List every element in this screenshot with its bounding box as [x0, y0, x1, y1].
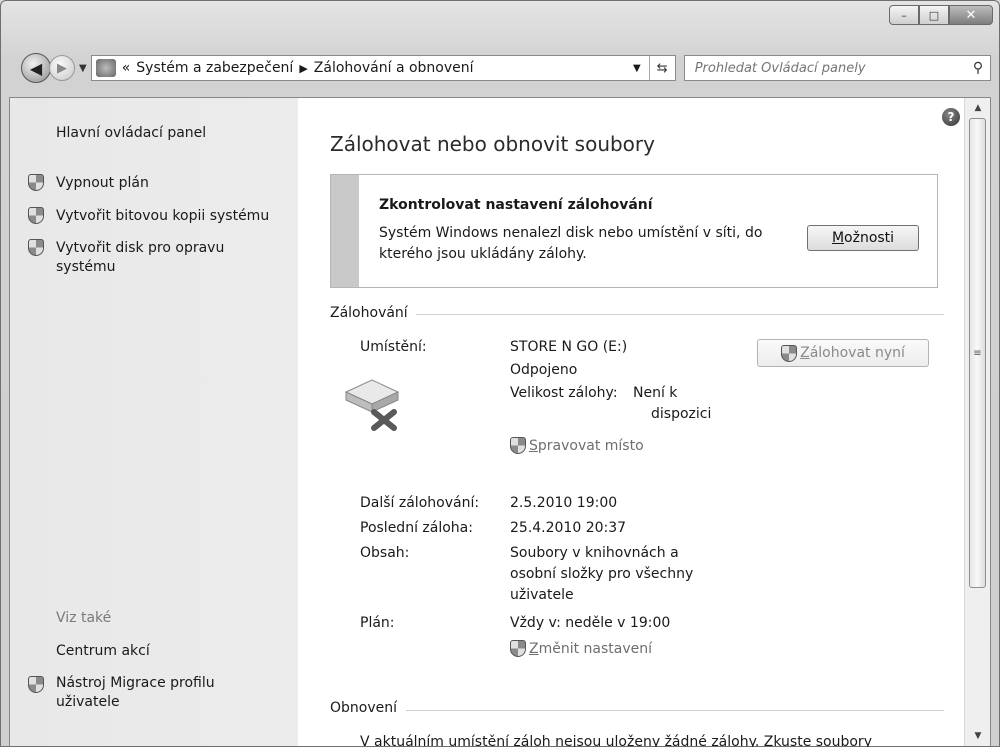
scroll-up-arrow-icon[interactable]: ▲: [965, 98, 991, 118]
schedule-label: Plán:: [360, 615, 395, 631]
backup-size-label: Velikost zálohy:: [510, 385, 618, 401]
manage-space-link[interactable]: Spravovat místo: [510, 437, 644, 454]
sidebar-migration-line1: Nástroj Migrace profilu: [56, 675, 215, 691]
location-value: STORE N GO (E:): [510, 339, 628, 355]
main-pane: Zálohovat nebo obnovit soubory Zkontrolo…: [298, 98, 964, 747]
maximize-button[interactable]: □: [919, 5, 949, 25]
next-backup-label: Další zálohování:: [360, 495, 480, 511]
restore-group-label: Obnovení: [330, 700, 398, 716]
scrollbar-thumb[interactable]: ≡: [969, 118, 986, 588]
notice-accent-bar: [331, 175, 359, 287]
control-panel-window: – □ ✕ ◀ ▶ ▼ « Systém a zabezpečení ▶ Zál…: [0, 0, 1000, 747]
search-input[interactable]: [694, 60, 966, 76]
last-backup-value: 25.4.2010 20:37: [510, 520, 627, 536]
search-icon[interactable]: ⚲: [966, 60, 990, 76]
shield-icon: [781, 344, 798, 362]
breadcrumb-overflow[interactable]: «: [122, 60, 131, 76]
restore-text: V aktuálním umístění záloh nejsou uložen…: [360, 734, 872, 747]
backup-size-value-line1: Není k: [633, 385, 678, 401]
shield-icon: [28, 174, 44, 191]
close-button[interactable]: ✕: [949, 5, 993, 25]
address-dropdown-icon[interactable]: ▼: [633, 63, 641, 74]
control-panel-icon: [95, 59, 116, 77]
divider: [416, 314, 944, 315]
options-button[interactable]: Možnosti: [807, 225, 919, 251]
shield-icon: [28, 207, 44, 224]
sidebar-create-system-image[interactable]: Vytvořit bitovou kopii systému: [56, 207, 269, 226]
back-arrow-icon: ◀: [29, 58, 43, 78]
shield-icon: [28, 239, 44, 256]
back-up-now-button[interactable]: Zálohovat nyní: [757, 339, 929, 367]
sidebar-create-repair-disc[interactable]: Vytvořit disk pro opravu systému: [56, 239, 224, 277]
sidebar-migration-line2: uživatele: [56, 694, 120, 710]
sidebar-repair-disc-line2: systému: [56, 259, 116, 275]
sidebar-action-center[interactable]: Centrum akcí: [56, 642, 150, 661]
contents-label: Obsah:: [360, 545, 410, 561]
schedule-value: Vždy v: neděle v 19:00: [510, 615, 671, 631]
address-bar[interactable]: « Systém a zabezpečení ▶ Zálohování a ob…: [90, 55, 676, 81]
back-button[interactable]: ◀: [21, 53, 51, 83]
content-area: Hlavní ovládací panel Vypnout plán Vytvo…: [9, 97, 991, 747]
last-backup-label: Poslední záloha:: [360, 520, 473, 536]
divider: [406, 710, 944, 711]
location-label: Umístění:: [360, 339, 427, 355]
next-backup-value: 2.5.2010 19:00: [510, 495, 618, 511]
sidebar-migration-tool[interactable]: Nástroj Migrace profilu uživatele: [56, 674, 215, 712]
grip-icon: ≡: [973, 347, 982, 359]
refresh-button[interactable]: ⇆: [648, 56, 675, 80]
disconnected-drive-icon: [344, 379, 400, 431]
breadcrumb-backup-restore[interactable]: Zálohování a obnovení: [314, 60, 474, 76]
shield-icon: [510, 437, 526, 454]
help-icon[interactable]: ?: [942, 108, 960, 126]
task-pane: Hlavní ovládací panel Vypnout plán Vytvo…: [10, 98, 298, 746]
contents-line2: osobní složky pro všechny: [510, 566, 694, 582]
sidebar-home-link[interactable]: Hlavní ovládací panel: [56, 124, 206, 143]
shield-icon: [28, 676, 44, 693]
breadcrumb-separator-icon[interactable]: ▶: [299, 62, 307, 75]
scroll-down-arrow-icon[interactable]: ▼: [965, 726, 991, 746]
notice-title: Zkontrolovat nastavení zálohování: [379, 197, 653, 213]
caption-buttons: – □ ✕: [889, 5, 993, 25]
backup-warning-notice: Zkontrolovat nastavení zálohování Systém…: [330, 174, 938, 288]
page-title: Zálohovat nebo obnovit soubory: [330, 132, 655, 156]
sidebar-repair-disc-line1: Vytvořit disk pro opravu: [56, 240, 225, 256]
contents-line1: Soubory v knihovnách a: [510, 545, 679, 561]
change-settings-link[interactable]: Změnit nastavení: [510, 640, 652, 657]
forward-arrow-icon: ▶: [57, 60, 67, 76]
breadcrumb-system-security[interactable]: Systém a zabezpečení: [136, 60, 293, 76]
contents-line3: uživatele: [510, 587, 574, 603]
recent-pages-dropdown[interactable]: ▼: [79, 63, 87, 74]
search-box[interactable]: ⚲: [683, 55, 991, 81]
navigation-bar: ◀ ▶ ▼ « Systém a zabezpečení ▶ Zálohován…: [21, 51, 991, 85]
shield-icon: [510, 640, 526, 657]
forward-button[interactable]: ▶: [49, 55, 75, 81]
see-also-heading: Viz také: [56, 610, 112, 626]
location-status: Odpojeno: [510, 362, 578, 378]
minimize-button[interactable]: –: [889, 5, 919, 25]
backup-group-label: Zálohování: [330, 305, 408, 321]
breadcrumb: « Systém a zabezpečení ▶ Zálohování a ob…: [122, 60, 474, 76]
sidebar-turn-off-schedule[interactable]: Vypnout plán: [56, 174, 149, 193]
notice-text: Systém Windows nenalezl disk nebo umístě…: [379, 225, 763, 262]
backup-size-value-line2: dispozici: [651, 406, 712, 422]
refresh-icon: ⇆: [656, 60, 668, 76]
vertical-scrollbar[interactable]: ▲ ≡ ▼: [964, 98, 990, 746]
